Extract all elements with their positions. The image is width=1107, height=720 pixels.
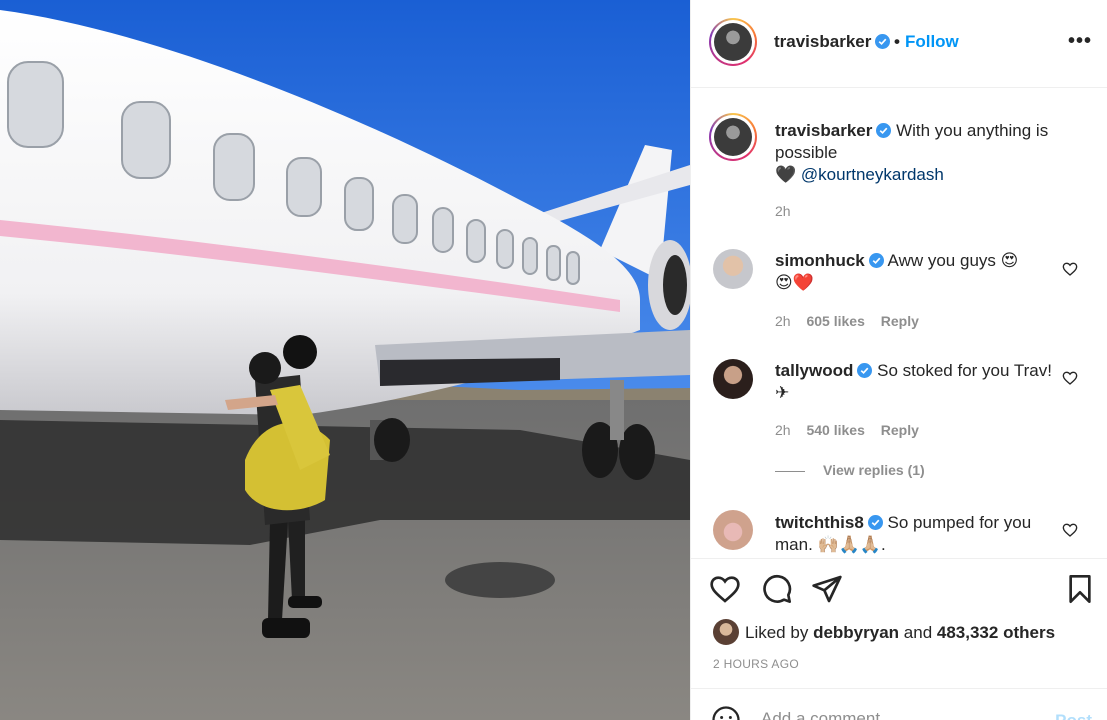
paper-plane-icon[interactable] — [811, 573, 843, 605]
comment-text: twitchthis8 So pumped for you man. 🙌🏼🙏🏼🙏… — [775, 513, 1032, 554]
comment-meta: 2h 605 likes Reply — [775, 313, 919, 329]
caption-avatar[interactable] — [709, 113, 757, 161]
liked-by-summary: Liked by debbyryan and 483,332 others — [713, 619, 1055, 645]
likes-count[interactable]: 483,332 others — [937, 623, 1055, 642]
author-avatar[interactable] — [709, 18, 757, 66]
comment-like-heart-icon[interactable] — [1062, 522, 1078, 538]
verified-badge-icon — [867, 515, 883, 530]
post-timestamp[interactable]: 2 HOURS AGO — [713, 657, 799, 671]
post-image — [0, 0, 690, 720]
comment-bubble-icon[interactable] — [761, 573, 793, 605]
more-options-icon[interactable]: ••• — [1068, 30, 1092, 53]
comment-avatar[interactable] — [713, 359, 753, 399]
comment-text: tallywood So stoked for you Trav! ✈ — [775, 361, 1052, 402]
post-sidebar: travisbarker • Follow ••• travisbarker Wi… — [690, 0, 1107, 720]
comment-text: simonhuck Aww you guys 😍 😍❤️ — [775, 251, 1019, 292]
add-comment-bar: Post — [691, 688, 1107, 720]
mention-link[interactable]: @kourtneykardash — [801, 165, 944, 184]
verified-badge-icon — [857, 363, 873, 378]
view-replies-button[interactable]: View replies (1) — [775, 462, 925, 478]
comment-like-heart-icon[interactable] — [1062, 370, 1078, 386]
verified-badge-icon — [868, 253, 884, 268]
comment-username[interactable]: tallywood — [775, 361, 853, 380]
comments-list[interactable]: travisbarker With you anything is possib… — [691, 89, 1107, 557]
author-username[interactable]: travisbarker — [774, 32, 891, 52]
caption-text: travisbarker With you anything is possib… — [775, 121, 1049, 184]
post-photo[interactable] — [0, 0, 690, 720]
comment-username[interactable]: simonhuck — [775, 251, 865, 270]
reply-button[interactable]: Reply — [881, 313, 919, 329]
liker-avatar[interactable] — [713, 619, 739, 645]
post-comment-button[interactable]: Post — [1055, 711, 1092, 720]
comment-likes[interactable]: 605 likes — [806, 313, 864, 329]
verified-badge-icon — [876, 123, 892, 138]
post-actions: Liked by debbyryan and 483,332 others 2 … — [691, 558, 1107, 688]
caption-username[interactable]: travisbarker — [775, 121, 872, 140]
verified-badge-icon — [875, 34, 891, 49]
comment-avatar[interactable] — [713, 249, 753, 289]
bookmark-icon[interactable] — [1064, 573, 1096, 605]
liker-username[interactable]: debbyryan — [813, 623, 899, 642]
comment-like-heart-icon[interactable] — [1062, 261, 1078, 277]
black-heart-emoji: 🖤 — [775, 165, 797, 184]
comment-likes[interactable]: 540 likes — [806, 422, 864, 438]
comment-meta: 2h 540 likes Reply — [775, 422, 919, 438]
comment-input[interactable] — [761, 709, 1041, 720]
comment-username[interactable]: twitchthis8 — [775, 513, 864, 532]
comment-avatar[interactable] — [713, 510, 753, 550]
smiley-icon[interactable] — [711, 705, 741, 720]
caption-meta: 2h — [775, 203, 803, 219]
post-header: travisbarker • Follow ••• — [691, 0, 1107, 88]
follow-button[interactable]: • Follow — [894, 32, 959, 52]
reply-button[interactable]: Reply — [881, 422, 919, 438]
replies-divider-line — [775, 470, 805, 472]
heart-icon[interactable] — [709, 573, 741, 605]
caption-time[interactable]: 2h — [775, 203, 791, 219]
